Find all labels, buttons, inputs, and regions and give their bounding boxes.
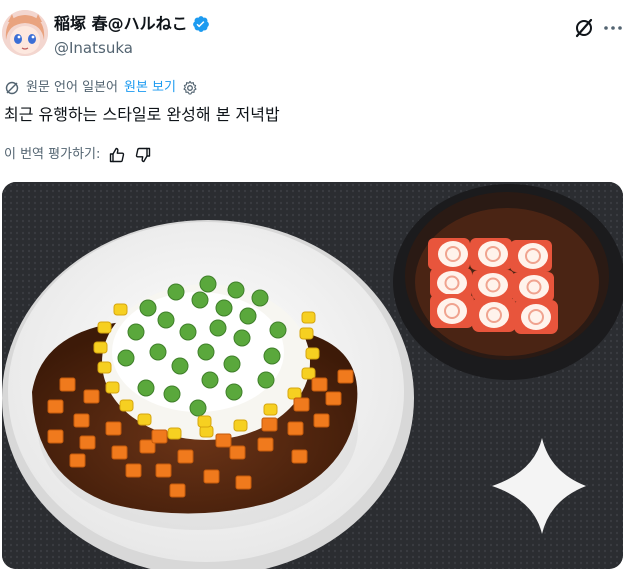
tweet-photo[interactable] [2, 182, 623, 569]
more-icon[interactable] [601, 16, 625, 40]
avatar-image [2, 10, 48, 56]
thumbs-up-icon[interactable] [108, 146, 126, 164]
show-original-link[interactable]: 원본 보기 [124, 80, 176, 96]
tweet-header: 稲塚 春@ハルねこ @Inatsuka [0, 0, 632, 70]
thumbs-down-icon[interactable] [134, 146, 152, 164]
translation-status: 원문 언어 일본어 [26, 80, 118, 95]
dinner-photo [2, 182, 623, 569]
avatar[interactable] [2, 10, 48, 56]
translation-bar: 원문 언어 일본어 원본 보기 [4, 80, 198, 96]
translate-icon [4, 80, 20, 96]
handle[interactable]: @Inatsuka [54, 38, 210, 58]
rate-translation-bar: 이 번역 평가하기: [4, 146, 152, 164]
author-block: 稲塚 春@ハルねこ @Inatsuka [54, 14, 210, 58]
settings-icon[interactable] [182, 80, 198, 96]
rate-translation-prompt: 이 번역 평가하기: [4, 147, 101, 162]
display-name[interactable]: 稲塚 春@ハルねこ [54, 14, 188, 34]
grok-icon[interactable] [572, 16, 596, 40]
author-name-row[interactable]: 稲塚 春@ハルねこ [54, 14, 210, 34]
tweet-text: 최근 유행하는 스타일로 완성해 본 저녁밥 [4, 105, 280, 124]
verified-badge-icon [192, 15, 210, 33]
crab-sticks [428, 238, 558, 334]
